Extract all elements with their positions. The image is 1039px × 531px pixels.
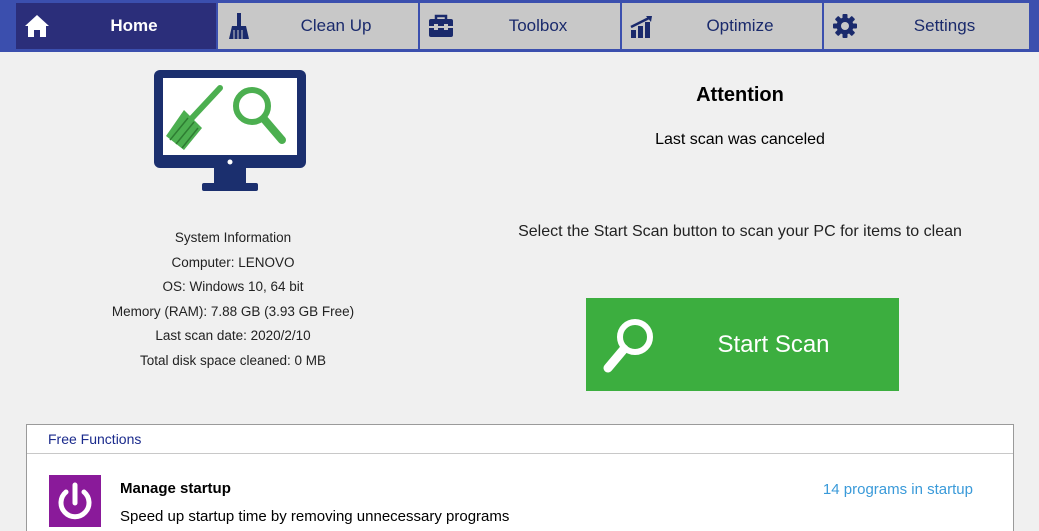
gear-icon [830,11,860,41]
tab-clean-up-label: Clean Up [300,16,372,35]
start-scan-button[interactable]: Start Scan [586,298,899,391]
tab-settings-label: Settings [913,16,976,35]
computer-name: Computer: LENOVO [171,254,295,270]
system-info-heading: System Information [174,230,292,245]
tab-optimize-label: Optimize [706,16,774,35]
toolbox-icon [426,11,456,41]
startup-programs-link[interactable]: 14 programs in startup [823,481,973,498]
magnifier-icon [603,319,653,373]
tab-settings[interactable]: Settings [824,3,1029,49]
tab-toolbox[interactable]: Toolbox [420,3,622,49]
home-icon [22,11,52,41]
manage-startup-title[interactable]: Manage startup [120,480,231,497]
tab-toolbox-label: Toolbox [508,16,568,35]
system-information: System Information Computer: LENOVO OS: … [60,226,406,373]
monitor-clean-icon [154,70,306,191]
last-scan-date: Last scan date: 2020/2/10 [155,328,311,343]
os-info: OS: Windows 10, 64 bit [162,279,304,294]
start-scan-label: Start Scan [717,330,830,358]
tab-home[interactable]: Home [16,3,218,49]
power-icon[interactable] [49,475,101,527]
disk-cleaned: Total disk space cleaned: 0 MB [139,352,327,368]
top-nav-bar: Home Clean Up Toolbox Optimize Settings [0,0,1039,52]
tab-home-label: Home [110,16,158,35]
memory-info: Memory (RAM): 7.88 GB (3.93 GB Free) [111,303,355,319]
manage-startup-description: Speed up startup time by removing unnece… [120,508,510,525]
tab-clean-up[interactable]: Clean Up [218,3,420,49]
scan-instructions: Select the Start Scan button to scan you… [518,223,962,240]
free-functions-panel: Free Functions Manage startup Speed up s… [26,424,1014,531]
attention-title: Attention [696,84,784,106]
nav-tabs: Home Clean Up Toolbox Optimize Settings [16,3,1029,49]
tab-optimize[interactable]: Optimize [622,3,824,49]
broom-icon [224,11,254,41]
bar-chart-icon [628,11,658,41]
attention-subtitle: Last scan was canceled [655,131,825,148]
free-functions-header: Free Functions [27,425,1013,454]
